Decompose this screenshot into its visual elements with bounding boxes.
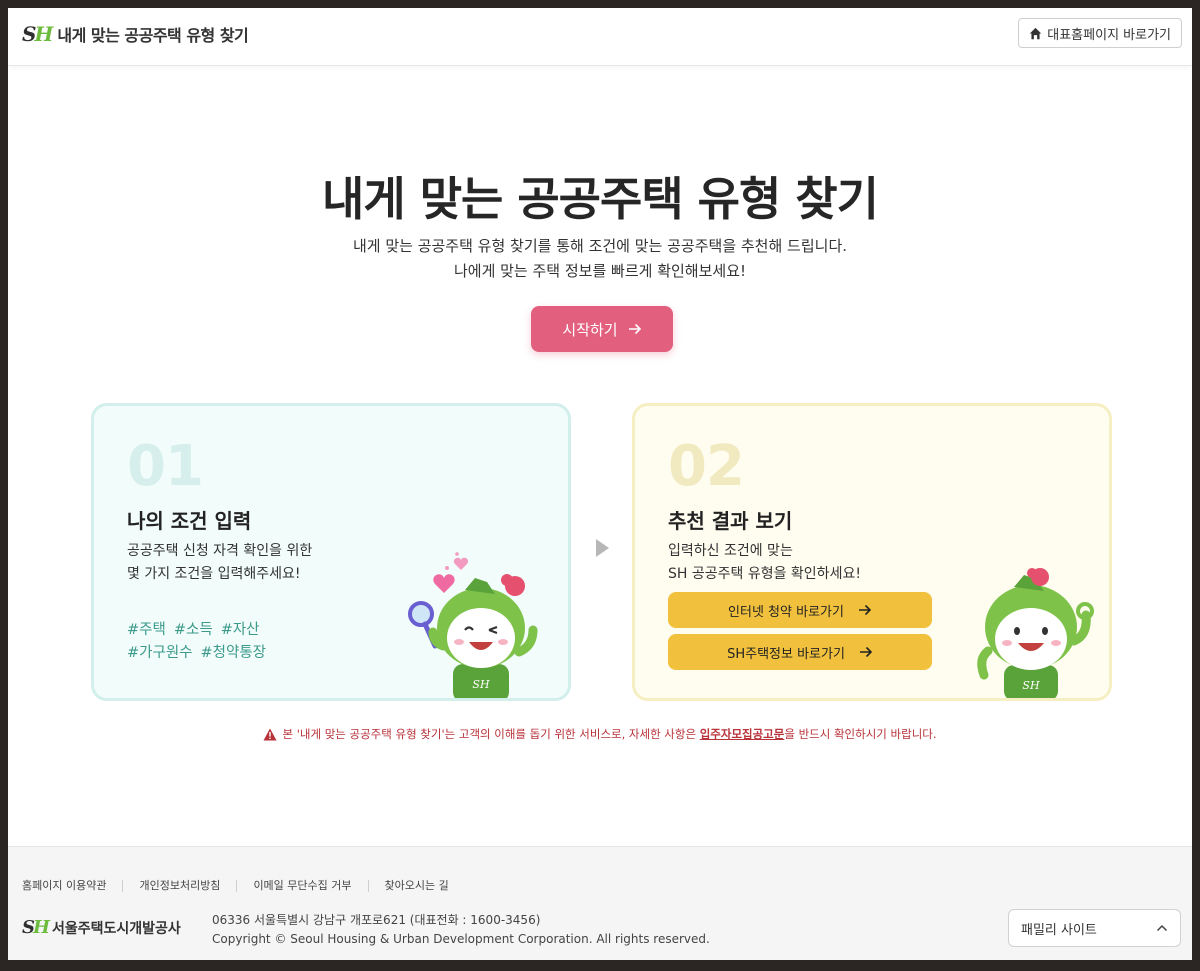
footer-logo: SH 서울주택도시개발공사 [22, 917, 181, 938]
recruitment-notice-link[interactable]: 입주자모집공고문 [700, 727, 785, 741]
footer-link-directions[interactable]: 찾아오시는 길 [367, 880, 465, 892]
start-button-label: 시작하기 [562, 321, 618, 339]
homepage-link-label: 대표홈페이지 바로가기 [1047, 27, 1171, 43]
step-description: 입력하신 조건에 맞는 SH 공공주택 유형을 확인하세요! [668, 540, 861, 586]
step-title: 나의 조건 입력 [127, 509, 252, 533]
footer-org-name: 서울주택도시개발공사 [52, 920, 181, 937]
hashtag: #청약통장 [200, 645, 267, 661]
chevron-up-icon [1156, 924, 1168, 932]
sh-logo[interactable]: SH 내게 맞는 공공주택 유형 찾기 [22, 22, 249, 46]
hashtag: #주택 [127, 622, 166, 638]
site-footer: 홈페이지 이용약관 개인정보처리방침 이메일 무단수집 거부 찾아오시는 길 S… [8, 846, 1192, 960]
sh-housing-info-label: SH주택정보 바로가기 [727, 646, 845, 662]
sh-logo-mark: SH [22, 22, 53, 46]
footer-address-block: 06336 서울특별시 강남구 개포로621 (대표전화 : 1600-3456… [212, 911, 710, 949]
arrow-right-icon [859, 646, 873, 658]
step-card-condition-input: 01 나의 조건 입력 공공주택 신청 자격 확인을 위한 몇 가지 조건을 입… [91, 403, 571, 701]
hero-description-line1: 내게 맞는 공공주택 유형 찾기를 통해 조건에 맞는 공공주택을 추천해 드립… [352, 237, 848, 255]
warning-icon [263, 728, 277, 740]
svg-text:SH: SH [1022, 679, 1040, 692]
sh-logo-mark: SH [22, 917, 50, 938]
internet-subscription-label: 인터넷 청약 바로가기 [728, 604, 844, 620]
footer-link-email-refusal[interactable]: 이메일 무단수집 거부 [236, 880, 367, 892]
home-icon [1030, 27, 1042, 39]
step-description-line2: SH 공공주택 유형을 확인하세요! [668, 566, 861, 582]
step-number: 01 [127, 434, 204, 499]
footer-link-privacy[interactable]: 개인정보처리방침 [122, 880, 236, 892]
hashtag: #가구원수 [127, 645, 193, 661]
start-button[interactable]: 시작하기 [531, 306, 673, 352]
hashtag-list: #주택 #소득 #자산 #가구원수 #청약통장 [127, 619, 274, 665]
page-title: 내게 맞는 공공주택 유형 찾기 [322, 172, 879, 226]
sh-housing-info-button[interactable]: SH주택정보 바로가기 [668, 634, 932, 670]
step-card-recommendation-result: 02 추천 결과 보기 입력하신 조건에 맞는 SH 공공주택 유형을 확인하세… [632, 403, 1112, 701]
internet-subscription-button[interactable]: 인터넷 청약 바로가기 [668, 592, 932, 628]
homepage-link-button[interactable]: 대표홈페이지 바로가기 [1018, 18, 1182, 48]
page-frame: SH 내게 맞는 공공주택 유형 찾기 대표홈페이지 바로가기 내게 맞는 공공… [8, 8, 1192, 960]
hero-description-line2: 나에게 맞는 주택 정보를 빠르게 확인해보세요! [453, 262, 747, 280]
site-title: 내게 맞는 공공주택 유형 찾기 [57, 26, 249, 45]
step-description-line1: 공공주택 신청 자격 확인을 위한 [127, 543, 313, 559]
footer-address: 06336 서울특별시 강남구 개포로621 (대표전화 : 1600-3456… [212, 913, 541, 927]
hashtag: #소득 [173, 622, 213, 638]
arrow-right-icon [628, 323, 641, 335]
step-number: 02 [668, 434, 745, 499]
hashtag: #자산 [220, 622, 260, 638]
disclaimer-notice: 본 '내게 맞는 공공주택 유형 찾기'는 고객의 이해를 돕기 위한 서비스로… [8, 726, 1192, 742]
arrow-right-icon [858, 604, 872, 616]
footer-link-terms[interactable]: 홈페이지 이용약관 [22, 880, 122, 892]
step-description-line1: 입력하신 조건에 맞는 [668, 543, 793, 559]
family-site-select[interactable]: 패밀리 사이트 [1008, 909, 1181, 947]
family-site-label: 패밀리 사이트 [1021, 922, 1097, 938]
step-title: 추천 결과 보기 [668, 509, 793, 533]
mascot-magnifier-illustration: SH [408, 552, 538, 698]
site-header: SH 내게 맞는 공공주택 유형 찾기 대표홈페이지 바로가기 [8, 8, 1192, 66]
footer-links: 홈페이지 이용약관 개인정보처리방침 이메일 무단수집 거부 찾아오시는 길 [22, 880, 465, 892]
svg-text:SH: SH [472, 678, 490, 691]
disclaimer-text: 본 '내게 맞는 공공주택 유형 찾기'는 고객의 이해를 돕기 위한 서비스로… [282, 727, 937, 741]
triangle-right-icon [596, 539, 609, 557]
hero-description: 내게 맞는 공공주택 유형 찾기를 통해 조건에 맞는 공공주택을 추천해 드립… [8, 234, 1192, 284]
step-description-line2: 몇 가지 조건을 입력해주세요! [127, 566, 301, 582]
footer-copyright: Copyright © Seoul Housing & Urban Develo… [212, 932, 710, 946]
step-description: 공공주택 신청 자격 확인을 위한 몇 가지 조건을 입력해주세요! [127, 540, 312, 586]
mascot-ok-illustration: SH [977, 568, 1094, 698]
